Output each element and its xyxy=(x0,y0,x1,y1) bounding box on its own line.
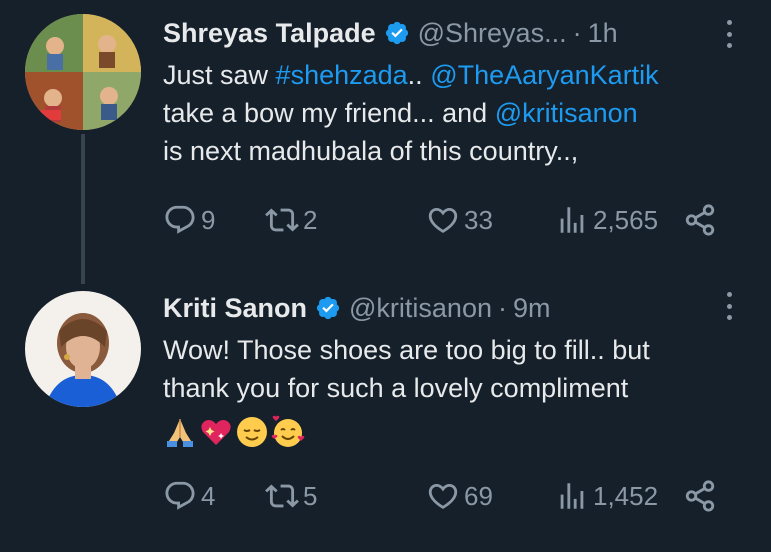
like-count: 69 xyxy=(464,480,493,511)
like-icon xyxy=(428,207,458,233)
verified-badge-icon xyxy=(316,296,340,320)
author-handle[interactable]: @Shreyas... xyxy=(418,18,567,49)
reply-icon xyxy=(165,481,195,510)
reply-count: 4 xyxy=(201,480,216,511)
tweet-kriti[interactable]: Kriti Sanon @kritisanon · 9m Wow! Those … xyxy=(0,275,771,552)
smiling-face-with-hearts-icon xyxy=(271,415,305,447)
more-options-icon[interactable] xyxy=(725,292,733,320)
profile-photo-avatar-image xyxy=(25,291,141,407)
tweet-shreyas[interactable]: Shreyas Talpade @Shreyas... · 1h Just sa… xyxy=(0,0,771,284)
like-count: 33 xyxy=(464,204,493,235)
views-button[interactable]: 1,452 xyxy=(555,476,658,516)
views-icon xyxy=(560,483,584,509)
author-name[interactable]: Kriti Sanon xyxy=(163,293,307,324)
tweet-text: Wow! Those shoes are too big to fill.. b… xyxy=(163,331,753,407)
separator-dot: · xyxy=(497,292,507,323)
thread-connector xyxy=(81,134,85,284)
like-button[interactable]: 33 xyxy=(426,200,493,240)
tweet-header: Shreyas Talpade @Shreyas... · 1h xyxy=(163,15,618,51)
verified-badge-icon xyxy=(385,21,408,45)
views-button[interactable]: 2,565 xyxy=(555,200,658,240)
emoji-row xyxy=(163,415,305,449)
retweet-button[interactable]: 5 xyxy=(265,476,317,516)
text-segment: is next madhubala of this country.., xyxy=(163,136,579,166)
timestamp[interactable]: 1h xyxy=(588,18,618,49)
retweet-button[interactable]: 2 xyxy=(265,200,317,240)
text-segment: .. xyxy=(407,60,431,90)
share-button[interactable] xyxy=(683,200,721,240)
tweet-header: Kriti Sanon @kritisanon · 9m xyxy=(163,290,551,326)
reply-icon xyxy=(165,205,195,234)
timestamp[interactable]: 9m xyxy=(513,293,551,324)
views-count: 2,565 xyxy=(593,204,659,235)
share-button[interactable] xyxy=(683,476,721,516)
retweet-count: 2 xyxy=(303,204,318,235)
retweet-icon xyxy=(265,484,299,508)
separator-dot: · xyxy=(572,17,582,48)
reply-button[interactable]: 4 xyxy=(163,476,215,516)
tweet-text: Just saw #shehzada.. @TheAaryanKartik ta… xyxy=(163,56,753,170)
text-segment: take a bow my friend... and xyxy=(163,98,495,128)
avatar[interactable] xyxy=(25,291,141,407)
action-bar: 4 5 69 1,452 xyxy=(163,476,723,516)
like-button[interactable]: 69 xyxy=(426,476,493,516)
like-icon xyxy=(428,483,458,509)
reply-count: 9 xyxy=(201,204,216,235)
more-options-icon[interactable] xyxy=(725,20,733,48)
retweet-icon xyxy=(265,208,299,232)
mention-link[interactable]: @kritisanon xyxy=(495,98,638,128)
text-segment: Just saw xyxy=(163,60,276,90)
reply-button[interactable]: 9 xyxy=(163,200,215,240)
movie-poster-avatar-image xyxy=(25,14,141,130)
mention-link[interactable]: @TheAaryanKartik xyxy=(430,60,659,90)
share-icon xyxy=(685,480,715,512)
text-segment: Wow! Those shoes are too big to fill.. b… xyxy=(163,335,650,365)
folded-hands-icon xyxy=(167,419,193,447)
retweet-count: 5 xyxy=(303,480,318,511)
views-count: 1,452 xyxy=(593,480,659,511)
relieved-face-icon xyxy=(237,417,267,447)
views-icon xyxy=(560,207,584,233)
author-handle[interactable]: @kritisanon xyxy=(349,293,492,324)
author-name[interactable]: Shreyas Talpade xyxy=(163,18,376,49)
sparkling-heart-icon xyxy=(201,420,231,445)
share-icon xyxy=(685,204,715,236)
avatar[interactable] xyxy=(25,14,141,130)
action-bar: 9 2 33 2,565 xyxy=(163,200,723,240)
hashtag-link[interactable]: #shehzada xyxy=(276,60,408,90)
text-segment: thank you for such a lovely compliment xyxy=(163,373,629,403)
